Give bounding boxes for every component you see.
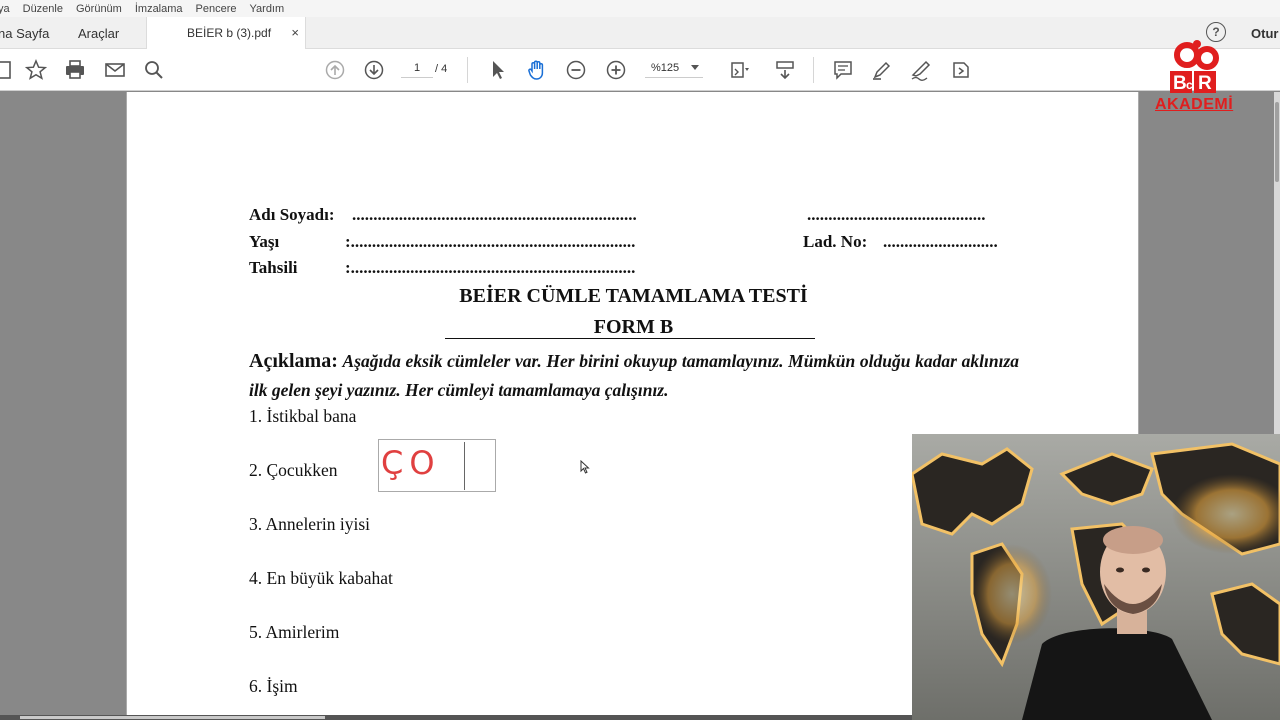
print-icon[interactable]	[63, 58, 87, 82]
page-fit-icon[interactable]	[727, 58, 751, 82]
search-icon[interactable]	[142, 58, 166, 82]
menu-item-sign[interactable]: İmzalama	[135, 3, 183, 15]
list-item: 4. En büyük kabahat	[249, 568, 393, 588]
scrollbar-thumb[interactable]	[1275, 102, 1279, 182]
instructions: Açıklama: Aşağıda eksik cümleler var. He…	[249, 347, 1019, 405]
brand-logo-text: AKADEMİ	[1155, 96, 1234, 113]
highlight-pen-icon[interactable]	[870, 58, 894, 82]
list-item: 6. İşim	[249, 676, 298, 696]
menu-item-edit[interactable]: Düzenle	[23, 3, 63, 15]
svg-text:B: B	[1173, 73, 1187, 94]
instructions-text: Aşağıda eksik cümleler var. Her birini o…	[249, 351, 1020, 400]
menu-item-window[interactable]: Pencere	[196, 3, 237, 15]
mouse-cursor-icon	[580, 460, 590, 474]
menu-item-view[interactable]: Görünüm	[76, 3, 122, 15]
text-caret	[464, 442, 465, 490]
answer-text: ÇO	[381, 444, 441, 482]
tab-tools[interactable]: Araçlar	[78, 17, 119, 49]
answer-text-box[interactable]: ÇO	[378, 439, 496, 492]
horizontal-scrollbar[interactable]	[0, 715, 912, 720]
toolbar: 1 / 4 %125	[0, 49, 1280, 91]
document-subtitle: FORM B	[593, 316, 674, 338]
save-icon[interactable]	[0, 58, 14, 82]
right-dots: ........................................…	[807, 205, 986, 224]
lad-dots: ...........................	[883, 232, 998, 251]
name-dots: ........................................…	[352, 205, 637, 224]
age-label: Yaşı	[249, 232, 280, 251]
zoom-out-icon[interactable]	[564, 58, 588, 82]
toolbar-divider	[813, 57, 814, 83]
subtitle-underline	[445, 338, 815, 339]
share-icon[interactable]	[949, 58, 973, 82]
page-number-input[interactable]: 1	[401, 62, 433, 78]
page-down-icon[interactable]	[362, 58, 386, 82]
document-title: BEİER CÜMLE TAMAMLAMA TESTİ	[459, 285, 808, 307]
zoom-value: %125	[651, 62, 680, 74]
webcam-video	[912, 434, 1280, 720]
list-item: 1. İstikbal bana	[249, 406, 357, 426]
sign-icon[interactable]	[909, 58, 933, 82]
education-dots: :.......................................…	[345, 258, 636, 277]
svg-text:R: R	[1198, 73, 1212, 94]
scroll-mode-icon[interactable]	[773, 58, 797, 82]
name-label: Adı Soyadı:	[249, 205, 335, 224]
education-label: Tahsili	[249, 258, 298, 277]
star-icon[interactable]	[24, 58, 48, 82]
list-item: 3. Annelerin iyisi	[249, 514, 371, 534]
close-icon[interactable]: ×	[291, 25, 299, 40]
tab-document-label: BEİER b (3).pdf	[187, 26, 272, 40]
list-item: 5. Amirlerim	[249, 622, 340, 642]
scrollbar-thumb[interactable]	[20, 716, 325, 719]
tab-bar: na Sayfa Araçlar BEİER b (3).pdf × ? Otu…	[0, 17, 1280, 49]
toolbar-divider	[467, 57, 468, 83]
mail-icon[interactable]	[103, 58, 127, 82]
list-item: 2. Çocukken	[249, 460, 338, 480]
menu-item-help[interactable]: Yardım	[250, 3, 285, 15]
zoom-in-icon[interactable]	[604, 58, 628, 82]
signin-button[interactable]: Otur	[1251, 26, 1278, 41]
select-cursor-icon[interactable]	[486, 58, 510, 82]
menu-item-file[interactable]: ya	[0, 3, 10, 15]
page-up-icon[interactable]	[323, 58, 347, 82]
hand-tool-icon[interactable]	[525, 58, 549, 82]
tab-home[interactable]: na Sayfa	[0, 17, 49, 49]
svg-text:c: c	[1186, 78, 1193, 92]
tab-document[interactable]: BEİER b (3).pdf ×	[146, 17, 306, 49]
instructions-label: Açıklama:	[249, 350, 338, 372]
lad-label: Lad. No:	[803, 232, 868, 251]
chevron-down-icon	[691, 65, 699, 70]
comment-icon[interactable]	[831, 58, 855, 82]
menu-bar: ya Düzenle Görünüm İmzalama Pencere Yard…	[0, 0, 1280, 17]
age-dots: :.......................................…	[345, 232, 636, 251]
page-total: / 4	[435, 63, 448, 75]
zoom-dropdown[interactable]: %125	[645, 62, 703, 78]
